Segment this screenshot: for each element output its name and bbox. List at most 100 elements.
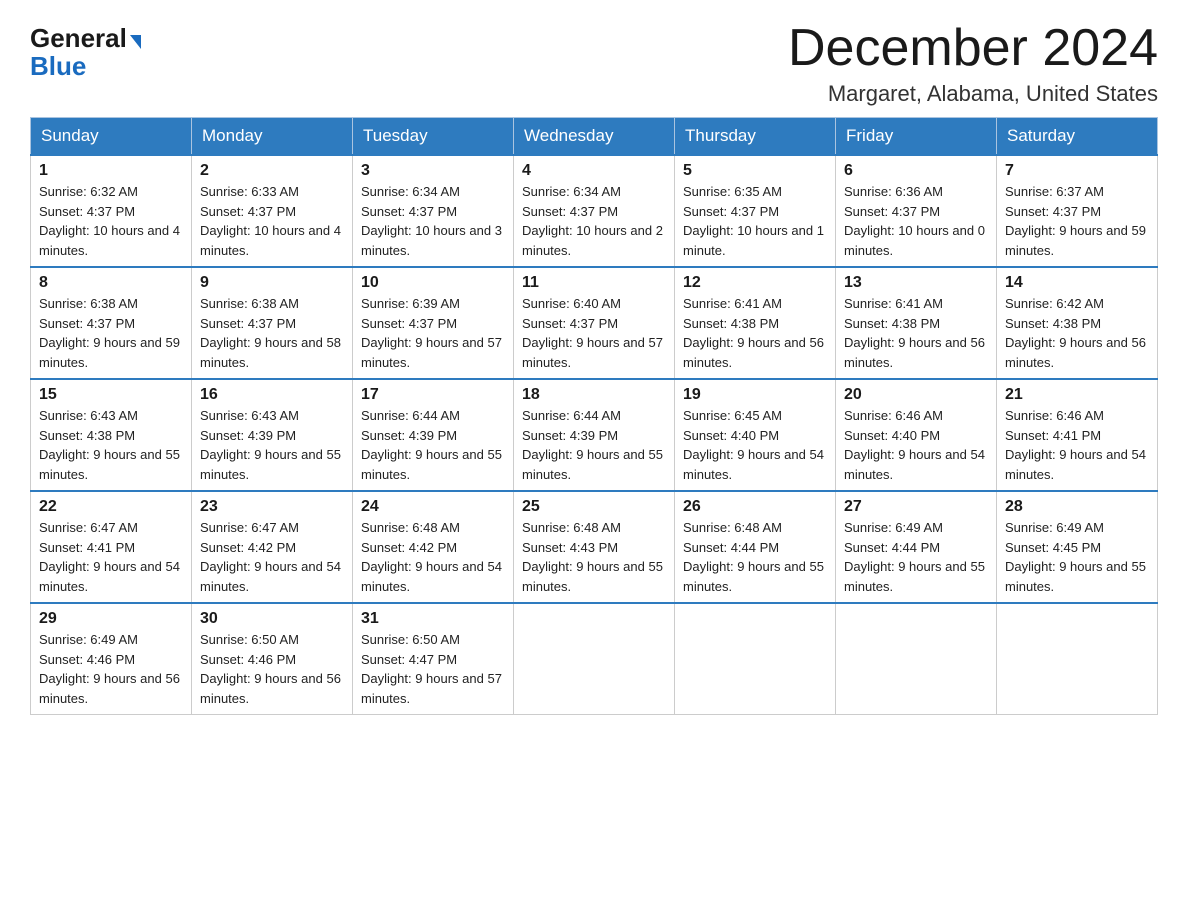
location-title: Margaret, Alabama, United States (788, 81, 1158, 107)
daylight-label: Daylight: 9 hours and 55 minutes. (39, 447, 180, 482)
sunset-label: Sunset: 4:42 PM (361, 540, 457, 555)
day-info: Sunrise: 6:40 AM Sunset: 4:37 PM Dayligh… (522, 294, 666, 372)
sunrise-label: Sunrise: 6:45 AM (683, 408, 782, 423)
daylight-label: Daylight: 9 hours and 55 minutes. (200, 447, 341, 482)
day-info: Sunrise: 6:33 AM Sunset: 4:37 PM Dayligh… (200, 182, 344, 260)
table-row (836, 603, 997, 715)
day-number: 19 (683, 386, 827, 404)
sunrise-label: Sunrise: 6:44 AM (361, 408, 460, 423)
day-number: 30 (200, 610, 344, 628)
calendar-header-row: Sunday Monday Tuesday Wednesday Thursday… (31, 118, 1158, 156)
daylight-label: Daylight: 9 hours and 54 minutes. (361, 559, 502, 594)
sunset-label: Sunset: 4:37 PM (39, 204, 135, 219)
day-number: 31 (361, 610, 505, 628)
daylight-label: Daylight: 9 hours and 56 minutes. (844, 335, 985, 370)
daylight-label: Daylight: 10 hours and 4 minutes. (39, 223, 180, 258)
sunrise-label: Sunrise: 6:41 AM (844, 296, 943, 311)
table-row: 4 Sunrise: 6:34 AM Sunset: 4:37 PM Dayli… (514, 155, 675, 267)
sunrise-label: Sunrise: 6:33 AM (200, 184, 299, 199)
table-row: 28 Sunrise: 6:49 AM Sunset: 4:45 PM Dayl… (997, 491, 1158, 603)
day-info: Sunrise: 6:45 AM Sunset: 4:40 PM Dayligh… (683, 406, 827, 484)
day-info: Sunrise: 6:43 AM Sunset: 4:39 PM Dayligh… (200, 406, 344, 484)
table-row: 13 Sunrise: 6:41 AM Sunset: 4:38 PM Dayl… (836, 267, 997, 379)
calendar-week-row: 8 Sunrise: 6:38 AM Sunset: 4:37 PM Dayli… (31, 267, 1158, 379)
day-info: Sunrise: 6:49 AM Sunset: 4:44 PM Dayligh… (844, 518, 988, 596)
sunset-label: Sunset: 4:39 PM (361, 428, 457, 443)
day-number: 10 (361, 274, 505, 292)
day-number: 28 (1005, 498, 1149, 516)
sunrise-label: Sunrise: 6:48 AM (683, 520, 782, 535)
sunset-label: Sunset: 4:37 PM (522, 204, 618, 219)
table-row: 26 Sunrise: 6:48 AM Sunset: 4:44 PM Dayl… (675, 491, 836, 603)
sunrise-label: Sunrise: 6:46 AM (1005, 408, 1104, 423)
day-info: Sunrise: 6:36 AM Sunset: 4:37 PM Dayligh… (844, 182, 988, 260)
sunrise-label: Sunrise: 6:35 AM (683, 184, 782, 199)
day-number: 24 (361, 498, 505, 516)
sunset-label: Sunset: 4:40 PM (683, 428, 779, 443)
day-number: 22 (39, 498, 183, 516)
daylight-label: Daylight: 9 hours and 55 minutes. (683, 559, 824, 594)
daylight-label: Daylight: 9 hours and 57 minutes. (361, 335, 502, 370)
day-number: 17 (361, 386, 505, 404)
day-number: 29 (39, 610, 183, 628)
sunrise-label: Sunrise: 6:50 AM (200, 632, 299, 647)
sunset-label: Sunset: 4:44 PM (844, 540, 940, 555)
sunset-label: Sunset: 4:38 PM (683, 316, 779, 331)
day-info: Sunrise: 6:41 AM Sunset: 4:38 PM Dayligh… (844, 294, 988, 372)
table-row: 9 Sunrise: 6:38 AM Sunset: 4:37 PM Dayli… (192, 267, 353, 379)
sunset-label: Sunset: 4:40 PM (844, 428, 940, 443)
daylight-label: Daylight: 9 hours and 59 minutes. (1005, 223, 1146, 258)
sunrise-label: Sunrise: 6:47 AM (39, 520, 138, 535)
logo-text: General (30, 25, 141, 51)
sunset-label: Sunset: 4:37 PM (683, 204, 779, 219)
table-row (997, 603, 1158, 715)
day-info: Sunrise: 6:34 AM Sunset: 4:37 PM Dayligh… (522, 182, 666, 260)
day-info: Sunrise: 6:38 AM Sunset: 4:37 PM Dayligh… (200, 294, 344, 372)
table-row: 11 Sunrise: 6:40 AM Sunset: 4:37 PM Dayl… (514, 267, 675, 379)
table-row: 30 Sunrise: 6:50 AM Sunset: 4:46 PM Dayl… (192, 603, 353, 715)
col-monday: Monday (192, 118, 353, 156)
daylight-label: Daylight: 9 hours and 59 minutes. (39, 335, 180, 370)
logo: General Blue (30, 20, 141, 82)
sunrise-label: Sunrise: 6:46 AM (844, 408, 943, 423)
day-info: Sunrise: 6:50 AM Sunset: 4:47 PM Dayligh… (361, 630, 505, 708)
sunrise-label: Sunrise: 6:49 AM (1005, 520, 1104, 535)
table-row: 3 Sunrise: 6:34 AM Sunset: 4:37 PM Dayli… (353, 155, 514, 267)
table-row: 21 Sunrise: 6:46 AM Sunset: 4:41 PM Dayl… (997, 379, 1158, 491)
sunrise-label: Sunrise: 6:34 AM (522, 184, 621, 199)
sunrise-label: Sunrise: 6:49 AM (844, 520, 943, 535)
sunrise-label: Sunrise: 6:40 AM (522, 296, 621, 311)
daylight-label: Daylight: 9 hours and 57 minutes. (361, 671, 502, 706)
daylight-label: Daylight: 9 hours and 55 minutes. (522, 447, 663, 482)
sunrise-label: Sunrise: 6:34 AM (361, 184, 460, 199)
daylight-label: Daylight: 9 hours and 55 minutes. (1005, 559, 1146, 594)
daylight-label: Daylight: 9 hours and 56 minutes. (683, 335, 824, 370)
daylight-label: Daylight: 10 hours and 3 minutes. (361, 223, 502, 258)
daylight-label: Daylight: 9 hours and 54 minutes. (1005, 447, 1146, 482)
table-row: 24 Sunrise: 6:48 AM Sunset: 4:42 PM Dayl… (353, 491, 514, 603)
sunrise-label: Sunrise: 6:48 AM (522, 520, 621, 535)
day-info: Sunrise: 6:50 AM Sunset: 4:46 PM Dayligh… (200, 630, 344, 708)
daylight-label: Daylight: 10 hours and 1 minute. (683, 223, 824, 258)
day-number: 26 (683, 498, 827, 516)
daylight-label: Daylight: 10 hours and 2 minutes. (522, 223, 663, 258)
sunrise-label: Sunrise: 6:43 AM (39, 408, 138, 423)
daylight-label: Daylight: 10 hours and 0 minutes. (844, 223, 985, 258)
day-info: Sunrise: 6:32 AM Sunset: 4:37 PM Dayligh… (39, 182, 183, 260)
table-row: 14 Sunrise: 6:42 AM Sunset: 4:38 PM Dayl… (997, 267, 1158, 379)
day-info: Sunrise: 6:46 AM Sunset: 4:40 PM Dayligh… (844, 406, 988, 484)
table-row: 2 Sunrise: 6:33 AM Sunset: 4:37 PM Dayli… (192, 155, 353, 267)
table-row (675, 603, 836, 715)
sunset-label: Sunset: 4:47 PM (361, 652, 457, 667)
sunset-label: Sunset: 4:44 PM (683, 540, 779, 555)
table-row: 18 Sunrise: 6:44 AM Sunset: 4:39 PM Dayl… (514, 379, 675, 491)
calendar-week-row: 1 Sunrise: 6:32 AM Sunset: 4:37 PM Dayli… (31, 155, 1158, 267)
day-info: Sunrise: 6:47 AM Sunset: 4:41 PM Dayligh… (39, 518, 183, 596)
table-row (514, 603, 675, 715)
calendar-week-row: 15 Sunrise: 6:43 AM Sunset: 4:38 PM Dayl… (31, 379, 1158, 491)
day-number: 16 (200, 386, 344, 404)
day-number: 11 (522, 274, 666, 292)
day-info: Sunrise: 6:48 AM Sunset: 4:44 PM Dayligh… (683, 518, 827, 596)
table-row: 16 Sunrise: 6:43 AM Sunset: 4:39 PM Dayl… (192, 379, 353, 491)
day-number: 13 (844, 274, 988, 292)
